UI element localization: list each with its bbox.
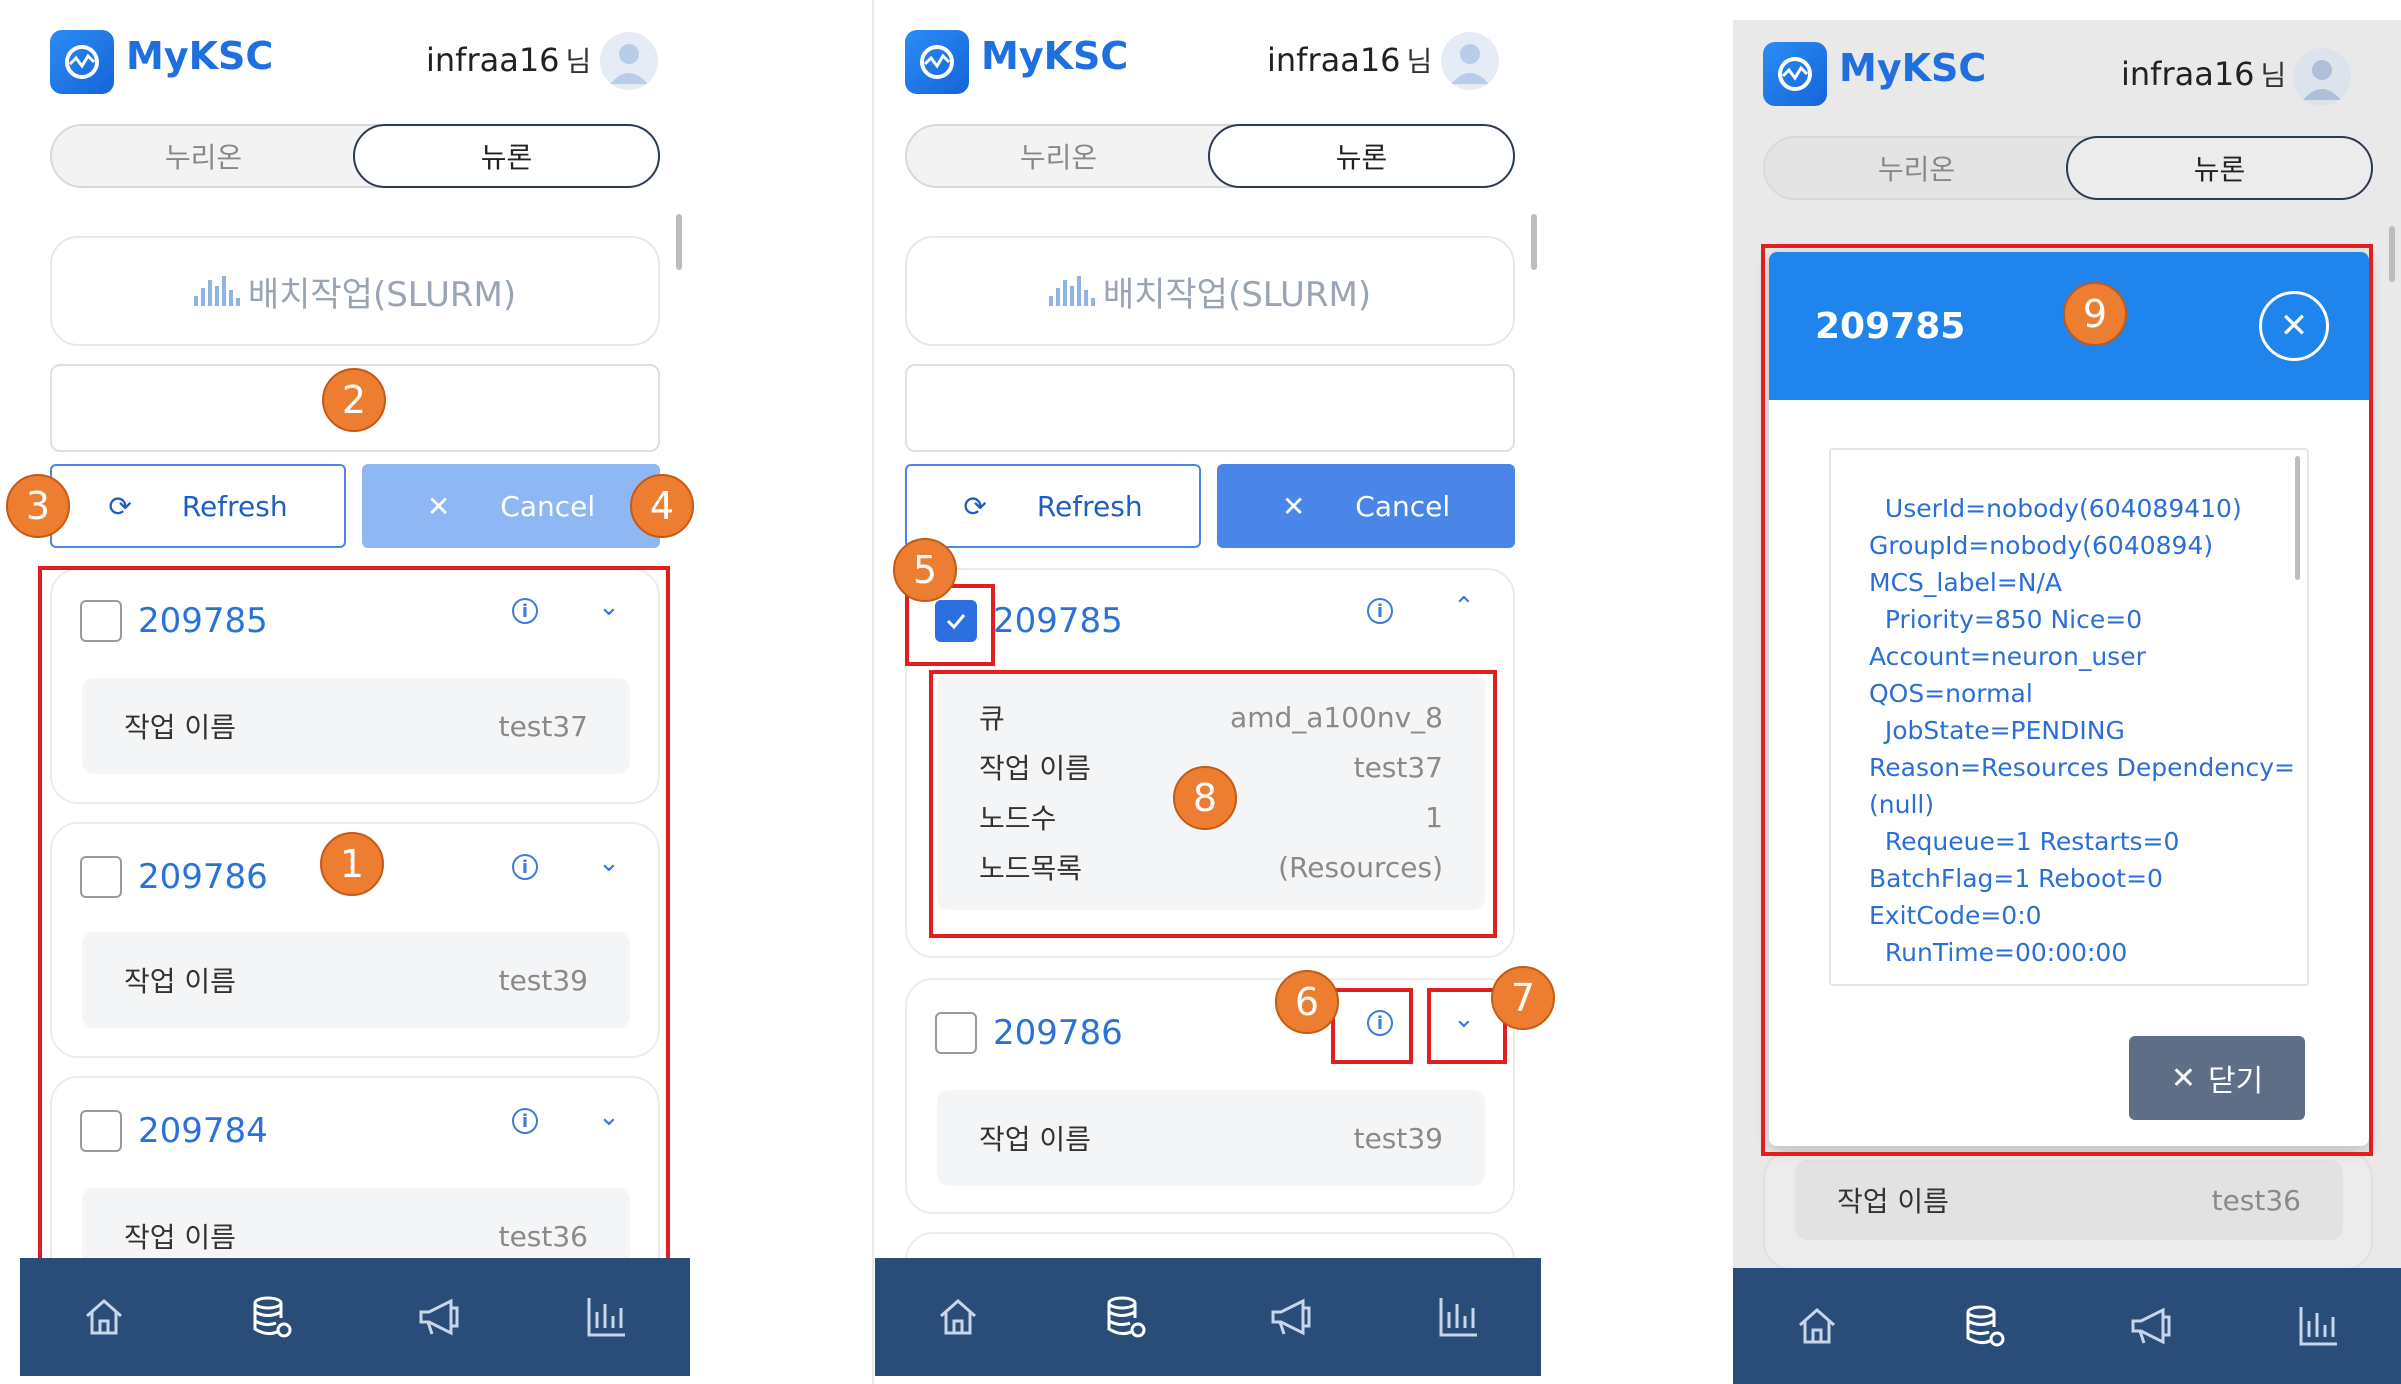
user-name: infraa16 (426, 41, 560, 79)
slurm-card-label: 배치작업(SLURM) (1102, 274, 1372, 315)
app-name[interactable]: MyKSC (1839, 46, 1986, 90)
database-settings-icon[interactable] (1095, 1287, 1155, 1347)
app-logo-icon[interactable] (1763, 42, 1827, 106)
user-honorific: 님 (1406, 45, 1433, 78)
refresh-button-label: Refresh (1036, 489, 1143, 523)
scrollbar-thumb[interactable] (2389, 226, 2395, 282)
user-name: infraa16 (2121, 55, 2255, 93)
refresh-button-label: Refresh (181, 489, 288, 523)
marker-1: 1 (320, 832, 384, 896)
scrollbar-thumb[interactable] (676, 214, 682, 270)
cluster-tabs: 누리온 뉴론 (50, 124, 660, 188)
tab-neuron[interactable]: 뉴론 (1208, 124, 1515, 188)
marker-7: 7 (1491, 966, 1555, 1030)
cluster-tabs: 누리온 뉴론 (905, 124, 1515, 188)
close-icon: ✕ (1281, 489, 1306, 523)
slurm-chart-icon (1048, 276, 1095, 306)
highlight-modal (1761, 244, 2373, 1156)
user-honorific: 님 (565, 45, 592, 78)
list-item[interactable]: 작업 이름 test36 (1763, 1150, 2373, 1270)
bar-chart-icon[interactable] (576, 1287, 636, 1347)
bottom-nav (875, 1258, 1541, 1376)
job-name-value: test36 (2211, 1183, 2301, 1217)
bar-chart-icon[interactable] (1428, 1287, 1488, 1347)
refresh-icon: ⟳ (963, 489, 987, 523)
home-icon[interactable] (74, 1287, 134, 1347)
list-item[interactable]: 209786 i ⌄ 작업 이름 test39 (905, 978, 1515, 1214)
database-settings-icon[interactable] (241, 1287, 301, 1347)
tab-neuron[interactable]: 뉴론 (2066, 136, 2373, 200)
screen-panel-3: MyKSC infraa16 님 누리온 뉴론 작업 이름 test36 209… (1733, 20, 2401, 1384)
database-settings-icon[interactable] (1954, 1296, 2014, 1356)
screen-panel-1: MyKSC infraa16 님 누리온 뉴론 배치작업(SLURM) ⟳ Re… (0, 0, 700, 1384)
job-name-value: test39 (1353, 1121, 1443, 1155)
avatar[interactable] (2293, 48, 2351, 106)
marker-3: 3 (6, 474, 70, 538)
app-logo-icon[interactable] (50, 30, 114, 94)
user-honorific: 님 (2260, 59, 2287, 92)
close-icon: ✕ (426, 489, 451, 523)
app-logo-icon[interactable] (905, 30, 969, 94)
marker-5: 5 (893, 538, 957, 602)
marker-4: 4 (630, 474, 694, 538)
slurm-card[interactable]: 배치작업(SLURM) (50, 236, 660, 346)
avatar[interactable] (1441, 32, 1499, 90)
refresh-icon: ⟳ (108, 489, 132, 523)
cancel-button-label: Cancel (1355, 489, 1451, 523)
tab-neuron[interactable]: 뉴론 (353, 124, 660, 188)
bottom-nav (20, 1258, 690, 1376)
avatar[interactable] (600, 32, 658, 90)
slurm-card[interactable]: 배치작업(SLURM) (905, 236, 1515, 346)
job-name-label: 작업 이름 (979, 1123, 1091, 1156)
marker-9: 9 (2063, 282, 2127, 346)
highlight-info-icon (1331, 988, 1413, 1064)
home-icon[interactable] (1787, 1296, 1847, 1356)
job-checkbox[interactable] (935, 1012, 977, 1054)
refresh-button[interactable]: ⟳ Refresh (905, 464, 1201, 548)
bar-chart-icon[interactable] (2288, 1296, 2348, 1356)
highlight-job-list (38, 566, 670, 1262)
refresh-button[interactable]: ⟳ Refresh (50, 464, 346, 548)
megaphone-icon[interactable] (2121, 1296, 2181, 1356)
user-name: infraa16 (1267, 41, 1401, 79)
home-icon[interactable] (928, 1287, 988, 1347)
info-icon[interactable]: i (1367, 598, 1393, 624)
app-name[interactable]: MyKSC (981, 34, 1128, 78)
job-id[interactable]: 209786 (993, 1013, 1123, 1053)
search-input[interactable] (905, 364, 1515, 452)
cluster-tabs: 누리온 뉴론 (1763, 136, 2373, 200)
chevron-up-icon[interactable]: ⌃ (1453, 592, 1475, 622)
screen-panel-2: MyKSC infraa16 님 누리온 뉴론 배치작업(SLURM) ⟳ Re… (855, 0, 1555, 1384)
job-id[interactable]: 209785 (993, 601, 1123, 641)
marker-8: 8 (1173, 766, 1237, 830)
megaphone-icon[interactable] (409, 1287, 469, 1347)
tab-nurion[interactable]: 누리온 (1765, 138, 2068, 198)
scrollbar-thumb[interactable] (1531, 214, 1537, 270)
slurm-chart-icon (193, 276, 240, 306)
marker-2: 2 (322, 368, 386, 432)
cancel-button[interactable]: ✕ Cancel (362, 464, 660, 548)
cancel-button-label: Cancel (500, 489, 596, 523)
app-name[interactable]: MyKSC (126, 34, 273, 78)
tab-nurion[interactable]: 누리온 (907, 126, 1210, 186)
cancel-button[interactable]: ✕ Cancel (1217, 464, 1515, 548)
marker-6: 6 (1275, 970, 1339, 1034)
job-name-label: 작업 이름 (1837, 1185, 1949, 1218)
slurm-card-label: 배치작업(SLURM) (247, 274, 517, 315)
megaphone-icon[interactable] (1261, 1287, 1321, 1347)
tab-nurion[interactable]: 누리온 (52, 126, 355, 186)
bottom-nav (1733, 1268, 2401, 1384)
